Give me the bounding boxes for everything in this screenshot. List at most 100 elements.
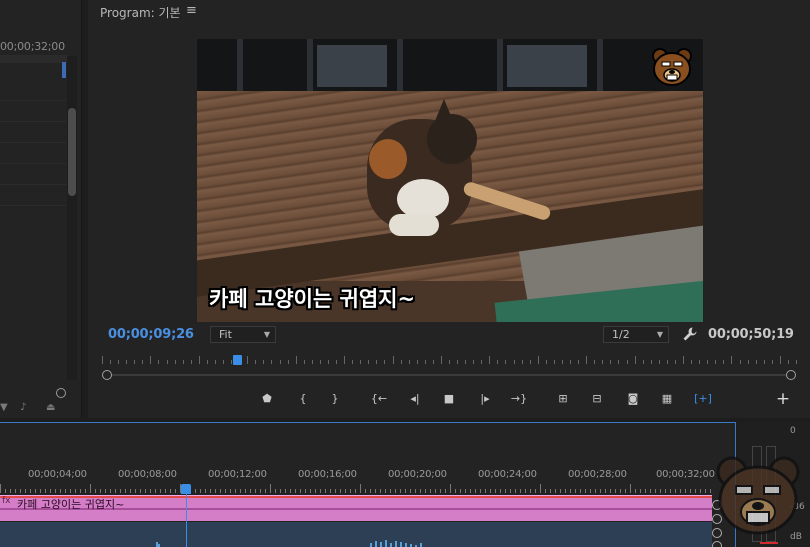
ruler-tick xyxy=(40,489,41,493)
list-item[interactable] xyxy=(0,143,66,164)
ruler-tick xyxy=(45,489,46,493)
ruler-tick xyxy=(658,360,660,364)
ruler-tick xyxy=(335,489,336,493)
program-zoom-scrollbar[interactable] xyxy=(102,370,796,380)
stop-icon[interactable]: ■ xyxy=(440,390,458,408)
list-item[interactable] xyxy=(0,122,66,143)
mark-in-icon[interactable]: { xyxy=(294,390,312,408)
audio-icon[interactable]: ♪ xyxy=(20,402,26,413)
extract-icon[interactable]: ⊟ xyxy=(588,390,606,408)
current-timecode[interactable]: 00;00;09;26 xyxy=(108,327,194,342)
ruler-tick xyxy=(205,489,206,493)
track-scroll-handle[interactable] xyxy=(712,541,722,547)
ruler-tick xyxy=(390,489,391,493)
zoom-handle-left[interactable] xyxy=(102,370,112,380)
video-preview[interactable]: 카페 고양이는 귀엽지~ xyxy=(197,39,703,322)
ruler-tick xyxy=(570,489,571,493)
panel-title[interactable]: Program: 기본 xyxy=(100,4,181,21)
list-item[interactable] xyxy=(0,185,66,206)
ruler-tick xyxy=(435,489,436,493)
ruler-tick xyxy=(594,360,596,364)
ruler-tick xyxy=(336,360,338,364)
caption-clip[interactable]: fx 카페 고양이는 귀엽지~ xyxy=(0,495,712,521)
safe-margins-icon[interactable]: [+] xyxy=(694,390,712,408)
ruler-tick xyxy=(690,489,691,493)
step-forward-icon[interactable]: |▸ xyxy=(476,390,494,408)
ruler-tick xyxy=(723,360,725,364)
source-zoom-handle[interactable] xyxy=(56,388,66,398)
ruler-tick xyxy=(265,489,266,493)
zoom-level-select[interactable]: Fit ▼ xyxy=(210,326,276,343)
waveform-bar xyxy=(395,541,397,547)
ruler-tick xyxy=(555,489,556,493)
source-scrollbar-track[interactable] xyxy=(67,56,77,380)
list-item[interactable] xyxy=(0,80,66,101)
ruler-tick xyxy=(35,489,36,493)
wrench-icon[interactable] xyxy=(682,326,698,342)
step-back-icon[interactable]: ◂| xyxy=(406,390,424,408)
ruler-label: 00;00;20;00 xyxy=(388,469,447,480)
filter-icon[interactable]: ▼ xyxy=(0,402,8,413)
hamburger-menu-icon[interactable]: ≡ xyxy=(186,3,197,18)
source-scrollbar-thumb[interactable] xyxy=(68,108,76,196)
fx-badge: fx xyxy=(2,496,11,506)
add-marker-icon[interactable]: ⬟ xyxy=(258,390,276,408)
ruler-tick xyxy=(65,489,66,493)
ruler-tick xyxy=(360,484,361,493)
ruler-tick xyxy=(360,360,362,364)
ruler-tick xyxy=(166,360,168,364)
go-to-out-icon[interactable]: →} xyxy=(510,390,528,408)
mark-out-icon[interactable]: } xyxy=(326,390,344,408)
ruler-tick xyxy=(635,489,636,493)
ruler-tick xyxy=(20,489,21,493)
list-item[interactable] xyxy=(0,101,66,122)
ruler-tick xyxy=(685,489,686,493)
program-time-ruler[interactable] xyxy=(102,352,797,364)
go-to-in-icon[interactable]: {← xyxy=(370,390,388,408)
cat-head xyxy=(427,114,477,164)
program-playhead[interactable] xyxy=(232,355,242,365)
timeline-ruler[interactable]: 00;00;04;00 00;00;08;00 00;00;12;00 00;0… xyxy=(0,465,715,493)
ruler-tick xyxy=(231,360,233,364)
ruler-tick xyxy=(135,489,136,493)
ruler-tick xyxy=(220,489,221,493)
ruler-tick xyxy=(605,489,606,493)
ruler-tick xyxy=(595,489,596,493)
source-ruler[interactable] xyxy=(0,55,68,63)
playback-resolution-select[interactable]: 1/2 ▼ xyxy=(603,326,669,343)
ruler-tick xyxy=(311,360,313,364)
export-frame-icon[interactable]: ◙ xyxy=(624,390,642,408)
source-playhead[interactable] xyxy=(62,62,66,78)
ruler-tick xyxy=(30,489,31,493)
list-item[interactable] xyxy=(0,164,66,185)
ruler-tick xyxy=(55,489,56,493)
ruler-tick xyxy=(485,489,486,493)
ruler-tick xyxy=(280,489,281,493)
ruler-tick xyxy=(195,489,196,493)
ruler-tick xyxy=(230,489,231,493)
audio-track[interactable] xyxy=(0,522,712,547)
ruler-tick xyxy=(470,489,471,493)
ruler-tick xyxy=(553,360,555,364)
ruler-tick xyxy=(130,489,131,493)
ruler-tick xyxy=(450,484,451,493)
export-icon[interactable]: ⏏ xyxy=(46,402,55,413)
ruler-tick xyxy=(182,360,184,364)
ruler-tick xyxy=(675,489,676,493)
ruler-tick xyxy=(432,360,434,364)
comparison-view-icon[interactable]: ▦ xyxy=(658,390,676,408)
ruler-tick xyxy=(699,360,701,364)
lift-icon[interactable]: ⊞ xyxy=(554,390,572,408)
transport-controls: ⬟ { } {← ◂| ■ |▸ →} ⊞ ⊟ ◙ ▦ [+] xyxy=(258,390,718,408)
ruler-label: 00;00;04;00 xyxy=(28,469,87,480)
zoom-handle-right[interactable] xyxy=(786,370,796,380)
ruler-tick xyxy=(345,489,346,493)
ruler-tick xyxy=(370,489,371,493)
plus-icon[interactable]: + xyxy=(774,390,792,408)
ruler-tick xyxy=(460,489,461,493)
source-timecode: 00;00;32;00 xyxy=(0,40,65,53)
ruler-tick xyxy=(300,489,301,493)
ruler-tick xyxy=(110,360,112,364)
ruler-tick xyxy=(615,489,616,493)
ruler-label: 00;00;16;00 xyxy=(298,469,357,480)
